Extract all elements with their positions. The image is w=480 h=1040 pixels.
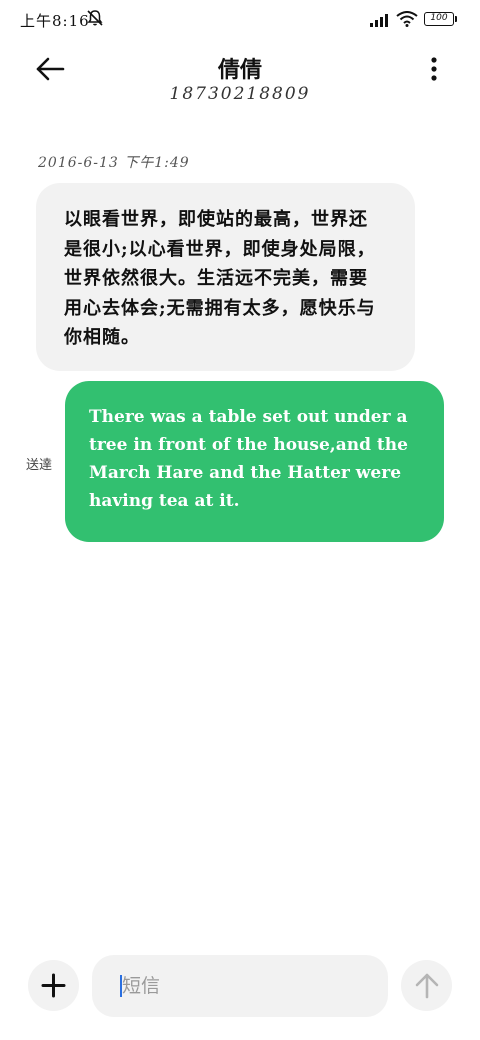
incoming-message-bubble[interactable]: 以眼看世界，即使站的最高，世界还是很小;以心看世界，即使身处局限，世界依然很大。…	[36, 183, 415, 371]
messaging-screen: 上午8:16 100 倩倩 18730218809 2016-6-13 下午1:…	[0, 0, 480, 1040]
send-button[interactable]	[401, 960, 452, 1011]
signal-icon	[370, 14, 388, 27]
delivery-status: 送達	[26, 458, 53, 473]
message-timestamp: 2016-6-13 下午1:49	[38, 155, 190, 171]
contact-name: 倩倩	[217, 57, 262, 83]
outgoing-message-text: There was a table set out under a tree i…	[89, 407, 408, 511]
wifi-icon	[396, 11, 418, 27]
send-arrow-icon	[415, 973, 439, 999]
mute-icon	[87, 10, 103, 26]
add-attachment-button[interactable]	[28, 960, 79, 1011]
outgoing-message-bubble[interactable]: There was a table set out under a tree i…	[65, 381, 444, 542]
text-cursor	[120, 975, 122, 997]
battery-icon: 100	[424, 12, 454, 26]
more-options-button[interactable]	[420, 54, 448, 84]
message-input-container[interactable]	[92, 955, 388, 1017]
status-bar: 上午8:16 100	[0, 0, 480, 40]
conversation-header: 倩倩 18730218809	[0, 40, 480, 120]
battery-tip	[455, 16, 457, 22]
message-input[interactable]	[122, 971, 372, 1001]
incoming-message-text: 以眼看世界，即使站的最高，世界还是很小;以心看世界，即使身处局限，世界依然很大。…	[64, 209, 376, 348]
plus-icon	[41, 973, 66, 998]
contact-number: 18730218809	[169, 84, 311, 104]
more-vertical-icon	[431, 57, 437, 81]
status-time: 上午8:16	[20, 12, 90, 30]
